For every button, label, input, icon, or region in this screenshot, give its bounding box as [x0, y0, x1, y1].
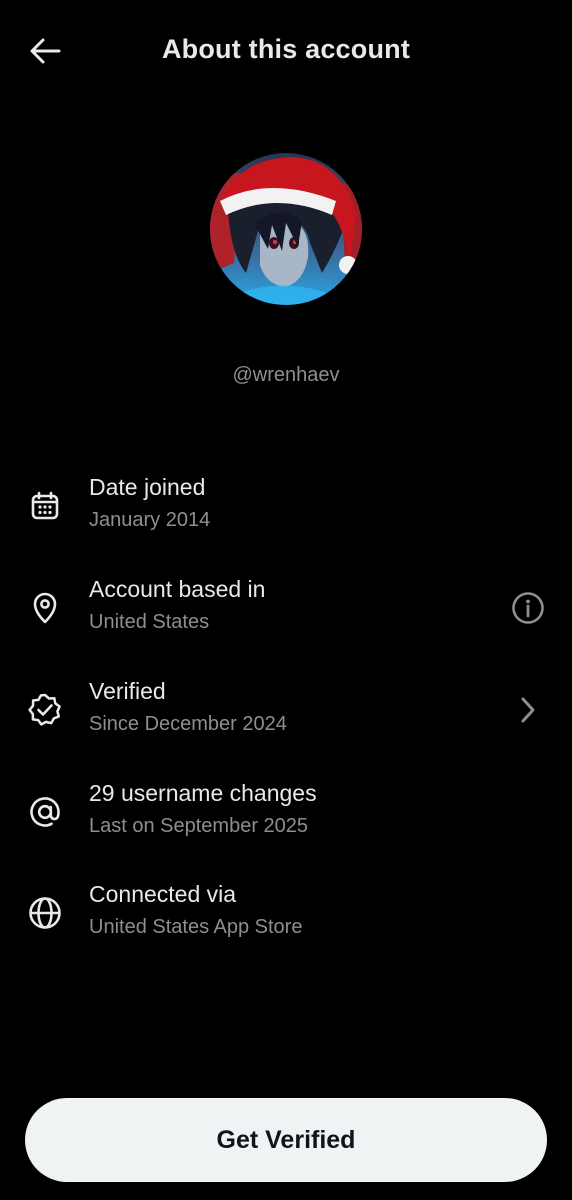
detail-date-joined: Date joined January 2014	[0, 466, 572, 546]
detail-value: Since December 2024	[89, 713, 287, 735]
detail-connected-via: Connected via United States App Store	[0, 873, 572, 953]
info-icon	[512, 592, 544, 624]
location-pin-icon	[25, 588, 65, 628]
detail-value: United States	[89, 611, 210, 633]
verified-chevron[interactable]	[504, 690, 552, 730]
detail-label: Account based in	[89, 576, 266, 602]
info-button[interactable]	[504, 588, 552, 628]
detail-value: Last on September 2025	[89, 815, 309, 837]
detail-value: January 2014	[89, 509, 211, 531]
detail-account-based-in: Account based in United States	[0, 568, 572, 648]
detail-username-changes: 29 username changes Last on September 20…	[0, 772, 572, 852]
at-sign-icon	[25, 792, 65, 832]
profile-handle: @wrenhaev	[232, 364, 340, 386]
verified-badge-icon	[25, 690, 65, 730]
chevron-right-icon	[521, 697, 535, 723]
calendar-icon	[25, 486, 65, 526]
detail-label: Connected via	[89, 881, 237, 907]
get-verified-button[interactable]: Get Verified	[25, 1098, 547, 1182]
detail-value: United States App Store	[89, 916, 303, 938]
detail-verified[interactable]: Verified Since December 2024	[0, 670, 572, 750]
get-verified-label: Get Verified	[216, 1125, 356, 1154]
top-bar: About this account	[0, 0, 572, 100]
profile-avatar[interactable]	[210, 153, 362, 305]
detail-label: 29 username changes	[89, 780, 317, 806]
detail-label: Date joined	[89, 474, 206, 500]
detail-label: Verified	[89, 678, 166, 704]
page-title: About this account	[161, 34, 411, 64]
globe-icon	[25, 893, 65, 933]
